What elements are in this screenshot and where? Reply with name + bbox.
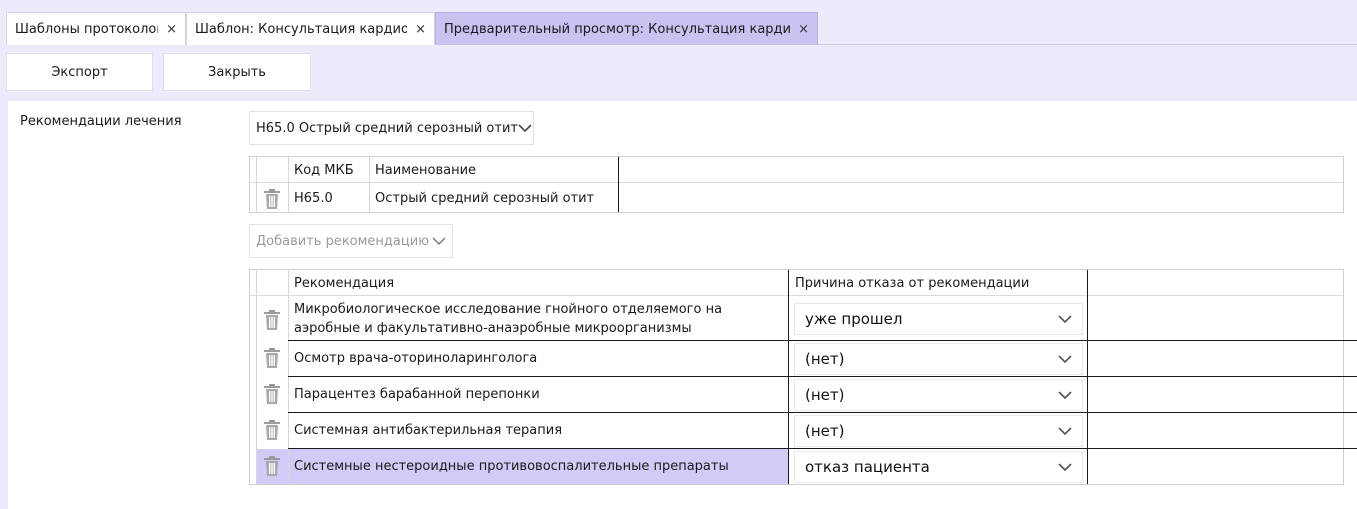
refusal-reason-value: отказ пациента: [805, 458, 930, 476]
column-header-recommendation[interactable]: Рекомендация: [289, 270, 789, 296]
chevron-down-icon: [1058, 310, 1072, 328]
column-header-refusal-reason[interactable]: Причина отказа от рекомендации: [790, 270, 1088, 296]
trash-icon[interactable]: [263, 189, 281, 209]
chevron-down-icon: [1058, 386, 1072, 404]
section-label: Рекомендации лечения: [20, 114, 182, 129]
chevron-down-icon: [1058, 422, 1072, 440]
trash-icon[interactable]: [263, 348, 281, 368]
column-header-name[interactable]: Наименование: [370, 157, 620, 183]
tab-label: Предварительный просмотр: Консультация к…: [444, 21, 791, 37]
chevron-down-icon: [1058, 458, 1072, 476]
refusal-reason-value: (нет): [805, 350, 845, 368]
icd-table: Код МКБ Наименование H65.0 Острый средни…: [249, 156, 1344, 213]
recommendation-cell: Микробиологическое исследование гнойного…: [294, 301, 723, 336]
recommendation-cell: Системные нестероидные противовоспалител…: [294, 459, 729, 474]
close-icon[interactable]: ×: [415, 22, 426, 37]
recommendation-cell: Осмотр врача-оториноларинголога: [294, 351, 538, 366]
content-panel: Рекомендации лечения H65.0 Острый средни…: [8, 101, 1357, 509]
refusal-reason-select[interactable]: (нет): [794, 415, 1083, 447]
close-button[interactable]: Закрыть: [163, 53, 311, 91]
icd-code-cell: H65.0: [294, 190, 333, 206]
tab-label: Шаблон: Консультация кардиол...: [195, 21, 408, 37]
refusal-reason-value: (нет): [805, 386, 845, 404]
diagnosis-select[interactable]: H65.0 Острый средний серозный отит: [249, 111, 534, 145]
chevron-down-icon: [432, 234, 446, 248]
recommendation-cell: Системная антибактерильная терапия: [294, 423, 563, 438]
refusal-reason-select[interactable]: уже прошел: [794, 303, 1083, 335]
tab-bar: Шаблоны протоколов × Шаблон: Консультаци…: [6, 12, 1357, 45]
refusal-reason-select[interactable]: отказ пациента: [794, 451, 1083, 483]
refusal-reason-value: (нет): [805, 422, 845, 440]
trash-icon[interactable]: [263, 384, 281, 404]
tab-protocol-templates[interactable]: Шаблоны протоколов ×: [6, 12, 186, 45]
recommendations-table: Рекомендация Причина отказа от рекоменда…: [249, 269, 1357, 485]
close-icon[interactable]: ×: [798, 22, 809, 37]
recommendations-table-header: Рекомендация Причина отказа от рекоменда…: [250, 270, 1343, 296]
export-button[interactable]: Экспорт: [6, 53, 153, 91]
tab-template-cardiology[interactable]: Шаблон: Консультация кардиол... ×: [186, 12, 435, 45]
recommendation-cell: Парацентез барабанной перепонки: [294, 387, 540, 402]
refusal-reason-select[interactable]: (нет): [794, 343, 1083, 375]
chevron-down-icon: [1058, 350, 1072, 368]
column-header-icd-code[interactable]: Код МКБ: [289, 157, 369, 183]
tab-preview-cardiology[interactable]: Предварительный просмотр: Консультация к…: [435, 12, 818, 45]
refusal-reason-value: уже прошел: [805, 310, 903, 328]
add-recommendation-placeholder: Добавить рекомендацию: [256, 233, 430, 249]
trash-icon[interactable]: [263, 420, 281, 440]
icd-name-cell: Острый средний серозный отит: [375, 190, 595, 206]
trash-icon[interactable]: [263, 310, 281, 330]
chevron-down-icon: [518, 121, 532, 135]
trash-icon[interactable]: [263, 456, 281, 476]
add-recommendation-select[interactable]: Добавить рекомендацию: [249, 224, 453, 258]
close-icon[interactable]: ×: [166, 22, 177, 37]
refusal-reason-select[interactable]: (нет): [794, 379, 1083, 411]
icd-table-header: Код МКБ Наименование: [250, 157, 1343, 183]
tab-label: Шаблоны протоколов: [15, 21, 159, 37]
diagnosis-select-value: H65.0 Острый средний серозный отит: [256, 120, 518, 136]
